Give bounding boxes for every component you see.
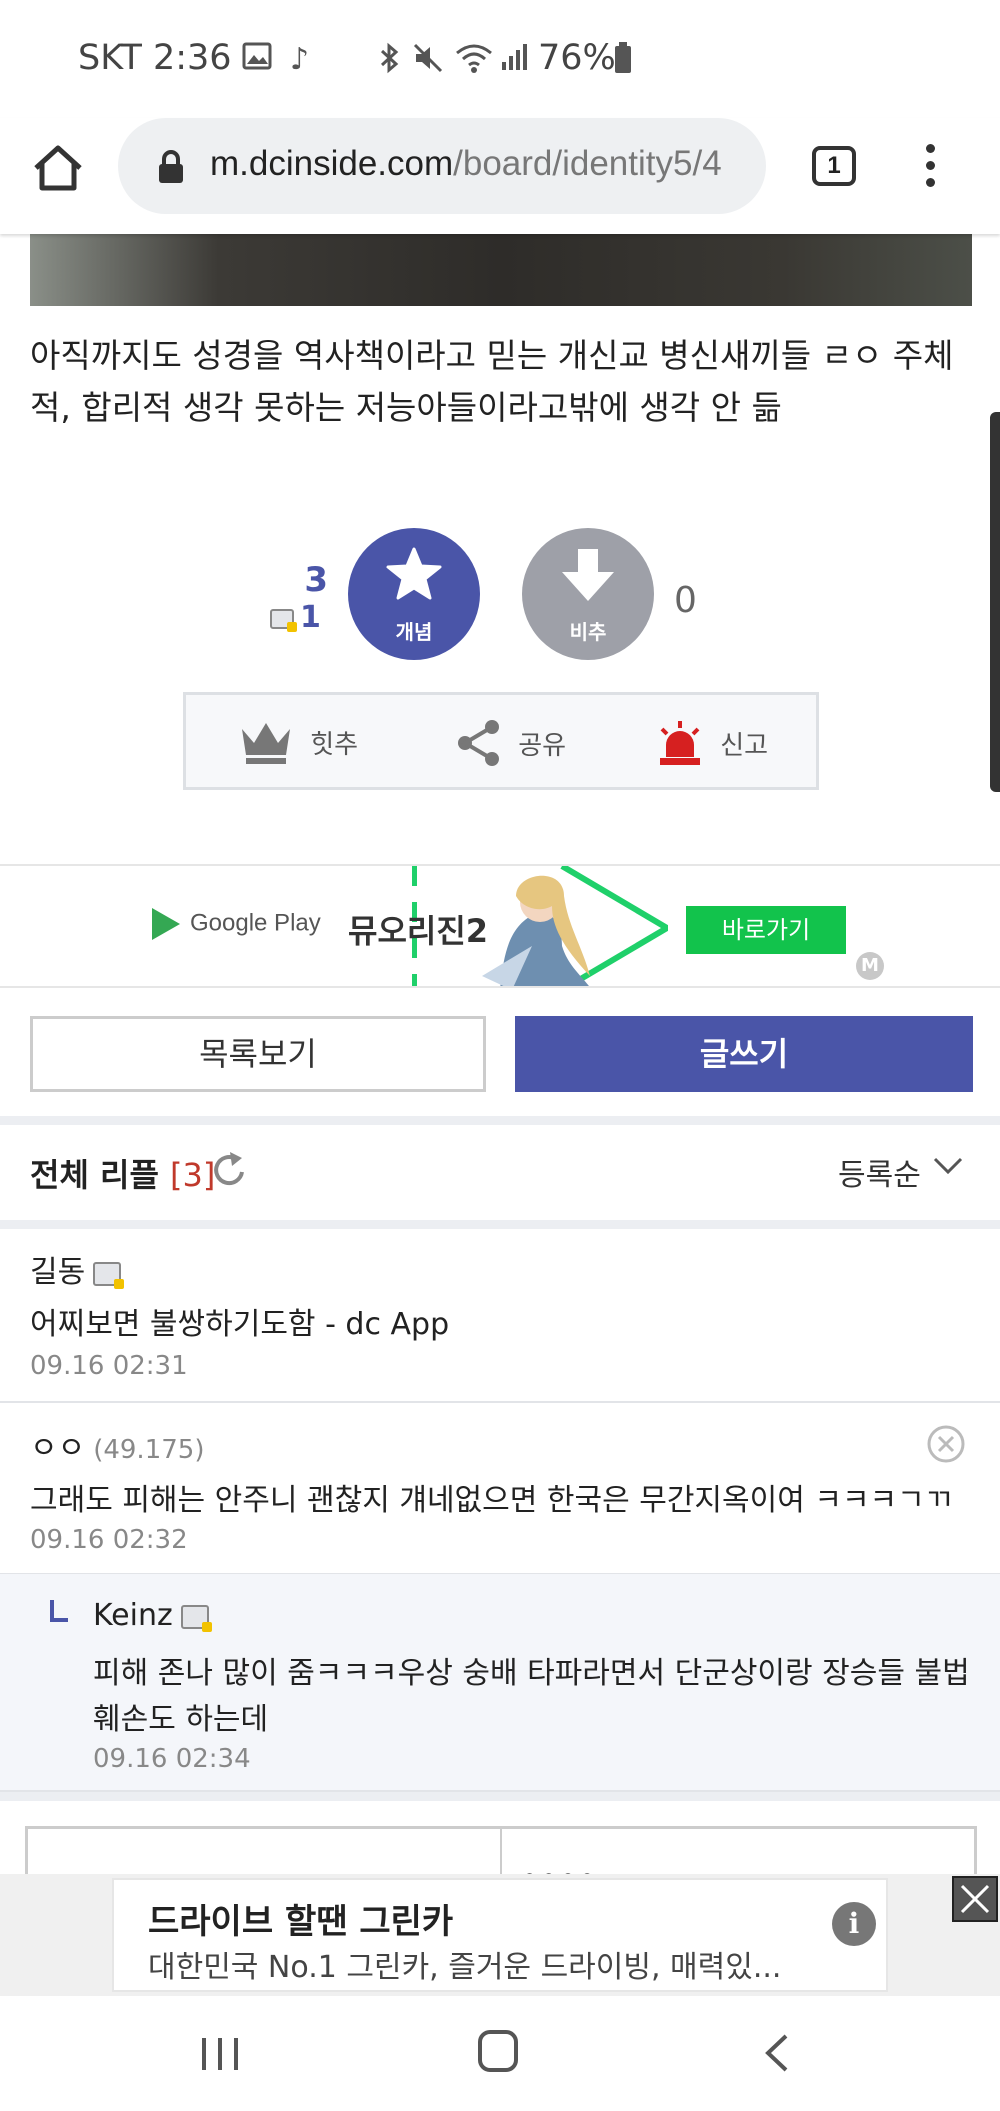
downvote-label: 비추: [569, 620, 607, 644]
comments-header: 전체 리플 [3]: [30, 1156, 216, 1194]
browser-toolbar: m.dcinside.com/board/identity5/4 1: [0, 118, 1000, 234]
fixed-user-icon: [270, 608, 297, 632]
bottom-ad-banner[interactable]: 드라이브 할땐 그린카 대한민국 No.1 그린카, 즐거운 드라이빙, 매력있…: [0, 1874, 1000, 1996]
hit-recommend-label: 힛추: [310, 729, 359, 760]
down-arrow-icon: [562, 549, 614, 601]
reply-arrow-icon: [50, 1600, 68, 1622]
delete-comment-icon[interactable]: [926, 1424, 966, 1468]
google-play-logo: Google Play: [152, 908, 321, 940]
bottom-ad-title: 드라이브 할땐 그린카: [148, 1902, 454, 1942]
nav-home-icon[interactable]: [478, 2030, 518, 2072]
bottom-ad-card[interactable]: 드라이브 할땐 그린카 대한민국 No.1 그린카, 즐거운 드라이빙, 매력있…: [112, 1878, 888, 1992]
music-icon: ♪: [290, 42, 310, 77]
game-ad-banner[interactable]: Google Play 뮤오리진2 바로가기 M: [0, 864, 1000, 988]
comment-count: [3]: [170, 1156, 216, 1194]
post-image: [30, 234, 972, 306]
post-actions: 힛추 공유 신고: [183, 692, 819, 790]
share-button[interactable]: 공유: [456, 719, 566, 769]
reply-nick: Keinz: [93, 1598, 212, 1633]
tab-switcher-button[interactable]: 1: [812, 146, 856, 186]
google-play-icon: [152, 908, 180, 940]
comment-date: 09.16 02:32: [30, 1525, 188, 1555]
siren-icon: [660, 721, 700, 765]
close-ad-icon[interactable]: [952, 1876, 998, 1922]
battery-icon: [614, 42, 632, 82]
upvote-label: 개념: [395, 620, 433, 644]
write-button[interactable]: 글쓰기: [515, 1016, 973, 1092]
overflow-menu-icon[interactable]: [918, 144, 942, 192]
back-icon[interactable]: [762, 2032, 792, 2078]
section-divider: [0, 1116, 1000, 1125]
post-body: 아직까지도 성경을 역사책이라고 믿는 개신교 병신새끼들 ㄹㅇ 주체적, 합리…: [30, 336, 954, 427]
reply-body-line1: 피해 존나 많이 줌ㅋㅋㅋ우상 숭배 타파라면서 단군상이랑 장승들 불법: [93, 1656, 970, 1691]
downvote-button[interactable]: 비추: [522, 528, 654, 660]
carrier-time: SKT 2:36: [78, 38, 232, 78]
bottom-ad-desc: 대한민국 No.1 그린카, 즐거운 드라이빙, 매력있...: [148, 1950, 782, 1985]
comment-item: ㅇㅇ (49.175) 그래도 피해는 안주니 괜찮지 걔네없으면 한국은 무간지…: [0, 1403, 1000, 1575]
comment-date: 09.16 02:31: [30, 1351, 188, 1381]
crown-icon: [242, 723, 290, 764]
upvote-button[interactable]: 개념: [348, 528, 480, 660]
fixed-upvote-count: 1: [270, 600, 321, 635]
battery-percent: 76%: [538, 38, 616, 78]
hit-recommend-button[interactable]: 힛추: [238, 719, 358, 769]
report-label: 신고: [720, 730, 769, 761]
gallery-icon: [242, 42, 272, 78]
list-button[interactable]: 목록보기: [30, 1016, 486, 1092]
signal-icon: [500, 42, 528, 80]
url-text: m.dcinside.com/board/identity5/4: [210, 144, 722, 183]
mute-icon: [412, 42, 444, 82]
gallog-icon[interactable]: [93, 1261, 125, 1289]
comment-body: 어찌보면 불쌍하기도함 - dc App: [30, 1307, 450, 1342]
gallog-icon[interactable]: [180, 1604, 212, 1632]
status-bar: SKT 2:36 ♪ 76%: [0, 0, 1000, 118]
upvote-count: 3: [304, 560, 328, 600]
ad-character-art: [482, 866, 668, 986]
reply-body-line2: 훼손도 하는데: [93, 1702, 269, 1737]
address-bar[interactable]: m.dcinside.com/board/identity5/4: [118, 118, 766, 214]
reply-date: 09.16 02:34: [93, 1744, 251, 1774]
comment-item: 길동 어찌보면 불쌍하기도함 - dc App 09.16 02:31: [0, 1229, 1000, 1403]
report-button[interactable]: 신고: [656, 719, 768, 769]
share-icon: [458, 720, 499, 766]
recent-apps-icon[interactable]: [200, 2034, 240, 2078]
home-icon[interactable]: [30, 140, 90, 200]
reply-item: Keinz 피해 존나 많이 줌ㅋㅋㅋ우상 숭배 타파라면서 단군상이랑 장승들…: [0, 1574, 1000, 1792]
scrollbar-thumb[interactable]: [990, 412, 1000, 792]
ad-badge-icon: M: [856, 952, 884, 980]
star-icon: [386, 547, 442, 600]
comment-body: 그래도 피해는 안주니 괜찮지 걔네없으면 한국은 무간지옥이여 ㅋㅋㅋㄱㄲ: [30, 1483, 953, 1518]
ad-cta-button[interactable]: 바로가기: [686, 906, 846, 954]
info-icon[interactable]: i: [832, 1902, 876, 1946]
share-label: 공유: [518, 730, 567, 761]
wifi-icon: [454, 42, 494, 82]
system-nav-bar: [0, 1996, 1000, 2111]
comment-nick: 길동: [30, 1247, 125, 1291]
lock-icon: [158, 150, 184, 188]
sort-dropdown[interactable]: 등록순: [838, 1150, 921, 1194]
comment-nick: ㅇㅇ (49.175): [30, 1431, 205, 1466]
section-divider: [0, 1792, 1000, 1801]
bluetooth-icon: [378, 42, 402, 82]
refresh-icon[interactable]: [212, 1150, 248, 1192]
comment-ip: (49.175): [93, 1435, 205, 1465]
section-divider: [0, 1220, 1000, 1229]
downvote-count: 0: [674, 580, 697, 621]
chevron-down-icon[interactable]: [932, 1154, 964, 1182]
